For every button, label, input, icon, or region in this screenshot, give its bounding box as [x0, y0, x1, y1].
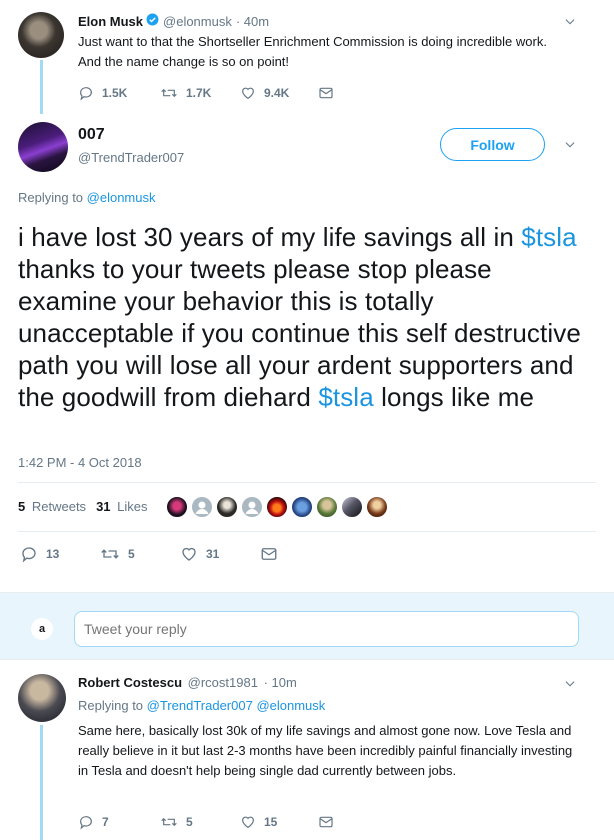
reply-count: 13	[46, 547, 60, 561]
composer-avatar-letter: a	[38, 623, 46, 635]
retweet-button[interactable]: 5	[160, 814, 193, 830]
likes-stat-count: 31	[96, 499, 111, 514]
heart-icon	[242, 87, 254, 100]
chevron-down-icon[interactable]	[563, 677, 577, 696]
reply-actions: 7 5 15	[78, 814, 358, 834]
reply-count: 7	[102, 815, 109, 829]
reply-count: 1.5K	[102, 86, 128, 100]
like-button[interactable]: 9.4K	[240, 85, 289, 101]
liker-avatar[interactable]	[216, 496, 238, 518]
main-actions: 13 5 31	[20, 545, 300, 565]
retweets-stat[interactable]: 5 Retweets	[18, 499, 86, 514]
tweet1-time[interactable]: · 40m	[236, 14, 269, 29]
follow-button[interactable]: Follow	[440, 128, 545, 161]
envelope-icon	[319, 816, 333, 828]
like-count: 15	[264, 815, 278, 829]
reply-button[interactable]: 1.5K	[78, 85, 127, 101]
tweet-timestamp[interactable]: 1:42 PM - 4 Oct 2018	[18, 455, 142, 470]
avatar-robert[interactable]	[18, 674, 66, 722]
liker-avatar[interactable]	[291, 496, 313, 518]
main-author-handle[interactable]: @TrendTrader007	[78, 150, 184, 165]
retweets-stat-count: 5	[18, 499, 26, 514]
reply-handle[interactable]: @rcost1981	[188, 675, 258, 690]
thread-line-reply	[40, 725, 43, 840]
retweet-count: 5	[186, 815, 193, 829]
tweet1-handle[interactable]: @elonmusk	[163, 14, 232, 29]
reply-time[interactable]: · 10m	[264, 675, 297, 690]
likes-stat[interactable]: 31 Likes	[96, 499, 147, 514]
like-button[interactable]: 15	[240, 814, 277, 830]
like-button[interactable]: 31	[180, 545, 219, 563]
composer-avatar[interactable]: a	[31, 618, 53, 640]
liker-avatar[interactable]	[341, 496, 363, 518]
text-segment: i have lost 30 years of my life savings …	[18, 222, 522, 252]
envelope-icon	[319, 87, 333, 99]
replying-to-line: Replying to @elonmusk	[18, 190, 156, 205]
thread-line-top	[40, 60, 43, 114]
verified-icon	[146, 13, 159, 29]
retweets-stat-label: Retweets	[31, 499, 87, 514]
likers-avatars	[166, 496, 388, 518]
divider	[18, 531, 596, 532]
reply-icon	[80, 816, 92, 830]
liker-avatar-default[interactable]	[191, 496, 213, 518]
reply-button[interactable]: 7	[78, 814, 109, 830]
liker-avatar-default[interactable]	[241, 496, 263, 518]
reply-replying-to: Replying to @TrendTrader007 @elonmusk	[78, 698, 325, 713]
reply-author-name[interactable]: Robert Costescu	[78, 675, 182, 690]
heart-icon	[242, 816, 254, 829]
retweet-button[interactable]: 1.7K	[160, 85, 211, 101]
reply-button[interactable]: 13	[20, 545, 59, 563]
reply-icon	[22, 547, 36, 563]
text-segment: longs like me	[373, 382, 535, 412]
dm-button[interactable]	[318, 814, 342, 830]
reply-header: Robert Costescu @rcost1981 · 10m	[78, 675, 297, 690]
reply-text: Same here, basically lost 30k of my life…	[78, 723, 573, 778]
retweet-icon	[161, 88, 177, 98]
tweet1-author-name[interactable]: Elon Musk	[78, 14, 143, 29]
envelope-icon	[261, 548, 277, 560]
dm-button[interactable]	[318, 85, 342, 101]
liker-avatar[interactable]	[316, 496, 338, 518]
tweet1-header: Elon Musk @elonmusk · 40m	[78, 13, 269, 29]
retweet-icon	[101, 549, 119, 559]
replying-to-link[interactable]: @TrendTrader007 @elonmusk	[147, 698, 326, 713]
reply-composer: a	[0, 592, 614, 660]
engagement-stats: 5 Retweets 31 Likes	[18, 499, 148, 514]
cashtag-link[interactable]: $tsla	[521, 222, 576, 252]
likes-stat-label: Likes	[117, 499, 148, 514]
reply-input[interactable]	[74, 611, 579, 647]
liker-avatar[interactable]	[166, 496, 188, 518]
heart-icon	[182, 547, 196, 561]
retweet-icon	[161, 817, 177, 827]
replying-to-link[interactable]: @elonmusk	[87, 190, 156, 205]
liker-avatar[interactable]	[366, 496, 388, 518]
avatar-007[interactable]	[18, 122, 68, 172]
avatar-elon[interactable]	[18, 12, 64, 58]
divider	[18, 482, 596, 483]
retweet-count: 1.7K	[186, 86, 212, 100]
cashtag-link[interactable]: $tsla	[318, 382, 373, 412]
follow-button-label: Follow	[470, 136, 515, 153]
retweet-count: 5	[128, 547, 135, 561]
replying-prefix: Replying to	[18, 190, 87, 205]
dm-button[interactable]	[260, 545, 286, 563]
liker-avatar[interactable]	[266, 496, 288, 518]
like-count: 31	[206, 547, 220, 561]
tweet1-text: Just want to that the Shortseller Enrich…	[78, 34, 547, 69]
retweet-button[interactable]: 5	[100, 545, 135, 563]
chevron-down-icon[interactable]	[563, 138, 577, 157]
like-count: 9.4K	[264, 86, 290, 100]
replying-prefix: Replying to	[78, 698, 147, 713]
main-author-name[interactable]: 007	[78, 126, 105, 144]
chevron-down-icon[interactable]	[563, 15, 577, 34]
reply-icon	[80, 87, 92, 101]
tweet1-actions: 1.5K 1.7K 9.4K	[78, 85, 358, 105]
main-tweet-text: i have lost 30 years of my life savings …	[18, 221, 588, 413]
